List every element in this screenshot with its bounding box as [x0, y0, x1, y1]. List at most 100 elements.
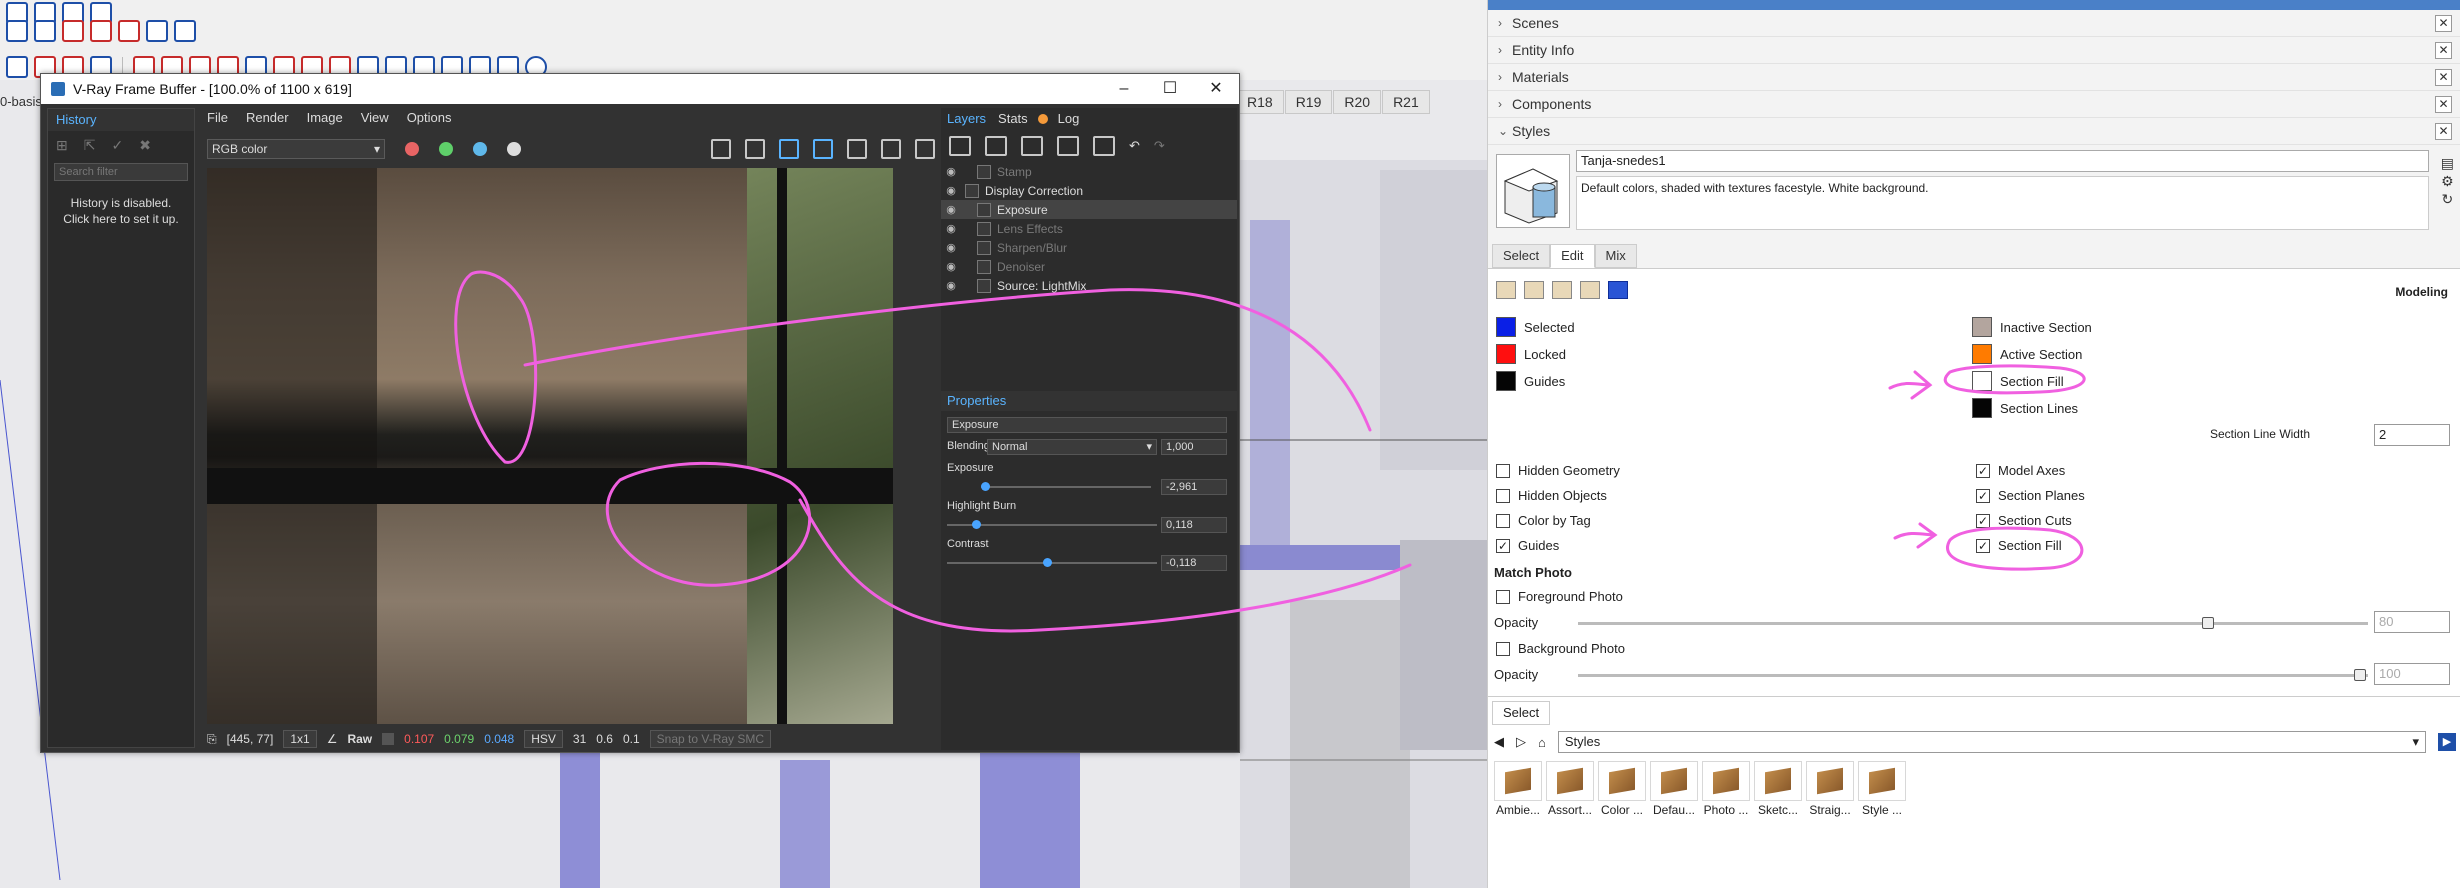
highlight-burn-slider[interactable] — [947, 520, 1157, 529]
details-icon[interactable]: ▶ — [2438, 733, 2456, 751]
eye-icon[interactable]: ◉ — [941, 241, 961, 254]
layer-row[interactable]: ◉ Denoiser — [941, 257, 1237, 276]
tray-section-scenes[interactable]: › Scenes ✕ — [1488, 10, 2460, 37]
checkbox[interactable] — [1496, 488, 1510, 503]
remove-icon[interactable]: ✖ — [139, 137, 151, 154]
exposure-knob[interactable] — [981, 482, 990, 491]
checkbox[interactable]: ✓ — [1976, 488, 1990, 503]
menu-render[interactable]: Render — [246, 110, 289, 125]
forward-icon[interactable]: ▷ — [1516, 734, 1526, 750]
minimize-icon[interactable]: – — [1101, 74, 1147, 104]
tray-section-entity-info[interactable]: › Entity Info ✕ — [1488, 37, 2460, 64]
zoom-select[interactable]: 1x1 — [283, 730, 317, 748]
highlight-burn-field[interactable]: 0,118 — [1161, 517, 1227, 533]
layer-row[interactable]: ◉ Display Correction — [941, 181, 1237, 200]
checkbox[interactable] — [1496, 463, 1510, 478]
scene-tab[interactable]: R18 — [1236, 90, 1284, 114]
eye-icon[interactable]: ◉ — [941, 260, 961, 273]
style-folder-item[interactable]: Style ... — [1858, 761, 1906, 817]
snap-button[interactable]: Snap to V-Ray SMC — [649, 730, 772, 748]
model-tab[interactable]: 0-basis — [0, 94, 42, 109]
exposure-field[interactable]: -2,961 — [1161, 479, 1227, 495]
close-icon[interactable]: ✕ — [2435, 42, 2452, 59]
tab-layers[interactable]: Layers — [941, 108, 992, 130]
tab-select[interactable]: Select — [1492, 244, 1551, 268]
tray-section-components[interactable]: › Components ✕ — [1488, 91, 2460, 118]
props-layer-name[interactable]: Exposure — [947, 417, 1227, 433]
close-icon[interactable]: ✕ — [2435, 69, 2452, 86]
contrast-slider[interactable] — [947, 558, 1157, 567]
render-icon[interactable] — [881, 139, 901, 159]
region-render-icon[interactable] — [779, 139, 799, 159]
red-channel-icon[interactable] — [405, 142, 419, 156]
close-icon[interactable]: ✕ — [2435, 15, 2452, 32]
style-folder-item[interactable]: Color ... — [1598, 761, 1646, 817]
edge-settings-icon[interactable] — [1496, 281, 1516, 299]
tab-mix[interactable]: Mix — [1594, 244, 1637, 268]
green-channel-icon[interactable] — [439, 142, 453, 156]
layer-row[interactable]: ◉ Stamp — [941, 162, 1237, 181]
layer-row[interactable]: ◉ Exposure — [941, 200, 1237, 219]
eye-icon[interactable]: ◉ — [941, 184, 961, 197]
load-layer-preset-icon[interactable] — [1057, 136, 1079, 156]
position-camera-icon[interactable] — [118, 20, 140, 42]
style-folder-item[interactable]: Ambie... — [1494, 761, 1542, 817]
eye-icon[interactable]: ◉ — [941, 165, 961, 178]
modeling-settings-icon[interactable] — [1608, 281, 1628, 299]
history-disabled-message[interactable]: History is disabled. Click here to set i… — [48, 195, 194, 227]
add-layer-icon[interactable] — [949, 136, 971, 156]
checkbox[interactable]: ✓ — [1976, 538, 1990, 553]
home-icon[interactable]: ⌂ — [1538, 735, 1546, 750]
create-style-icon[interactable]: ⚙ — [2441, 172, 2454, 190]
style-folder-item[interactable]: Straig... — [1806, 761, 1854, 817]
compare-icon[interactable]: ⇱ — [84, 137, 96, 154]
foreground-photo-checkbox[interactable] — [1496, 589, 1510, 604]
face-settings-icon[interactable] — [1524, 281, 1544, 299]
tab-stats[interactable]: Stats — [992, 108, 1034, 130]
tab-edit[interactable]: Edit — [1550, 244, 1595, 268]
zoom-icon[interactable] — [34, 20, 56, 42]
color-swatch[interactable] — [1972, 371, 1992, 391]
close-icon[interactable]: ✕ — [1193, 74, 1239, 104]
section-line-width-field[interactable]: 2 — [2374, 424, 2450, 446]
contrast-field[interactable]: -0,118 — [1161, 555, 1227, 571]
clear-image-icon[interactable] — [745, 139, 765, 159]
eraser-icon[interactable] — [6, 56, 28, 78]
fg-opacity-field[interactable]: 80 — [2374, 611, 2450, 633]
display-secondary-pane-icon[interactable]: ▤ — [2441, 154, 2454, 172]
pick-pixel-icon[interactable]: ⎘ — [207, 732, 217, 747]
fg-opacity-slider[interactable] — [1578, 617, 2368, 629]
back-icon[interactable]: ◀ — [1494, 734, 1504, 750]
style-folder-item[interactable]: Sketc... — [1754, 761, 1802, 817]
start-interactive-icon[interactable] — [847, 139, 867, 159]
checkbox[interactable]: ✓ — [1496, 538, 1510, 553]
track-mouse-icon[interactable] — [813, 139, 833, 159]
browser-select-tab[interactable]: Select — [1492, 701, 1551, 725]
opacity-field[interactable]: 1,000 — [1161, 439, 1227, 455]
maximize-icon[interactable]: ☐ — [1147, 74, 1193, 104]
eye-icon[interactable]: ◉ — [941, 279, 961, 292]
style-description-field[interactable]: Default colors, shaded with textures fac… — [1576, 176, 2429, 230]
menu-view[interactable]: View — [361, 110, 389, 125]
background-settings-icon[interactable] — [1552, 281, 1572, 299]
color-swatch[interactable] — [1972, 398, 1992, 418]
exposure-slider[interactable] — [981, 482, 1151, 491]
layer-row[interactable]: ◉ Source: LightMix — [941, 276, 1237, 295]
color-swatch[interactable] — [1972, 344, 1992, 364]
load-icon[interactable]: ✓ — [111, 137, 123, 154]
checkbox[interactable] — [1496, 513, 1510, 528]
menu-file[interactable]: File — [207, 110, 228, 125]
history-tab[interactable]: History — [48, 109, 194, 131]
highlight-burn-knob[interactable] — [972, 520, 981, 529]
delete-layer-icon[interactable] — [985, 136, 1007, 156]
bg-opacity-field[interactable]: 100 — [2374, 663, 2450, 685]
update-style-icon[interactable]: ↻ — [2441, 190, 2454, 208]
scene-tab[interactable]: R20 — [1333, 90, 1382, 114]
color-swatch[interactable] — [1496, 317, 1516, 337]
color-swatch[interactable] — [1496, 371, 1516, 391]
history-search-input[interactable]: Search filter — [54, 163, 188, 181]
blending-select[interactable]: Normal ▾ — [987, 439, 1157, 455]
color-swatch[interactable] — [1972, 317, 1992, 337]
close-icon[interactable]: ✕ — [2435, 123, 2452, 140]
tab-log[interactable]: Log — [1052, 108, 1086, 130]
